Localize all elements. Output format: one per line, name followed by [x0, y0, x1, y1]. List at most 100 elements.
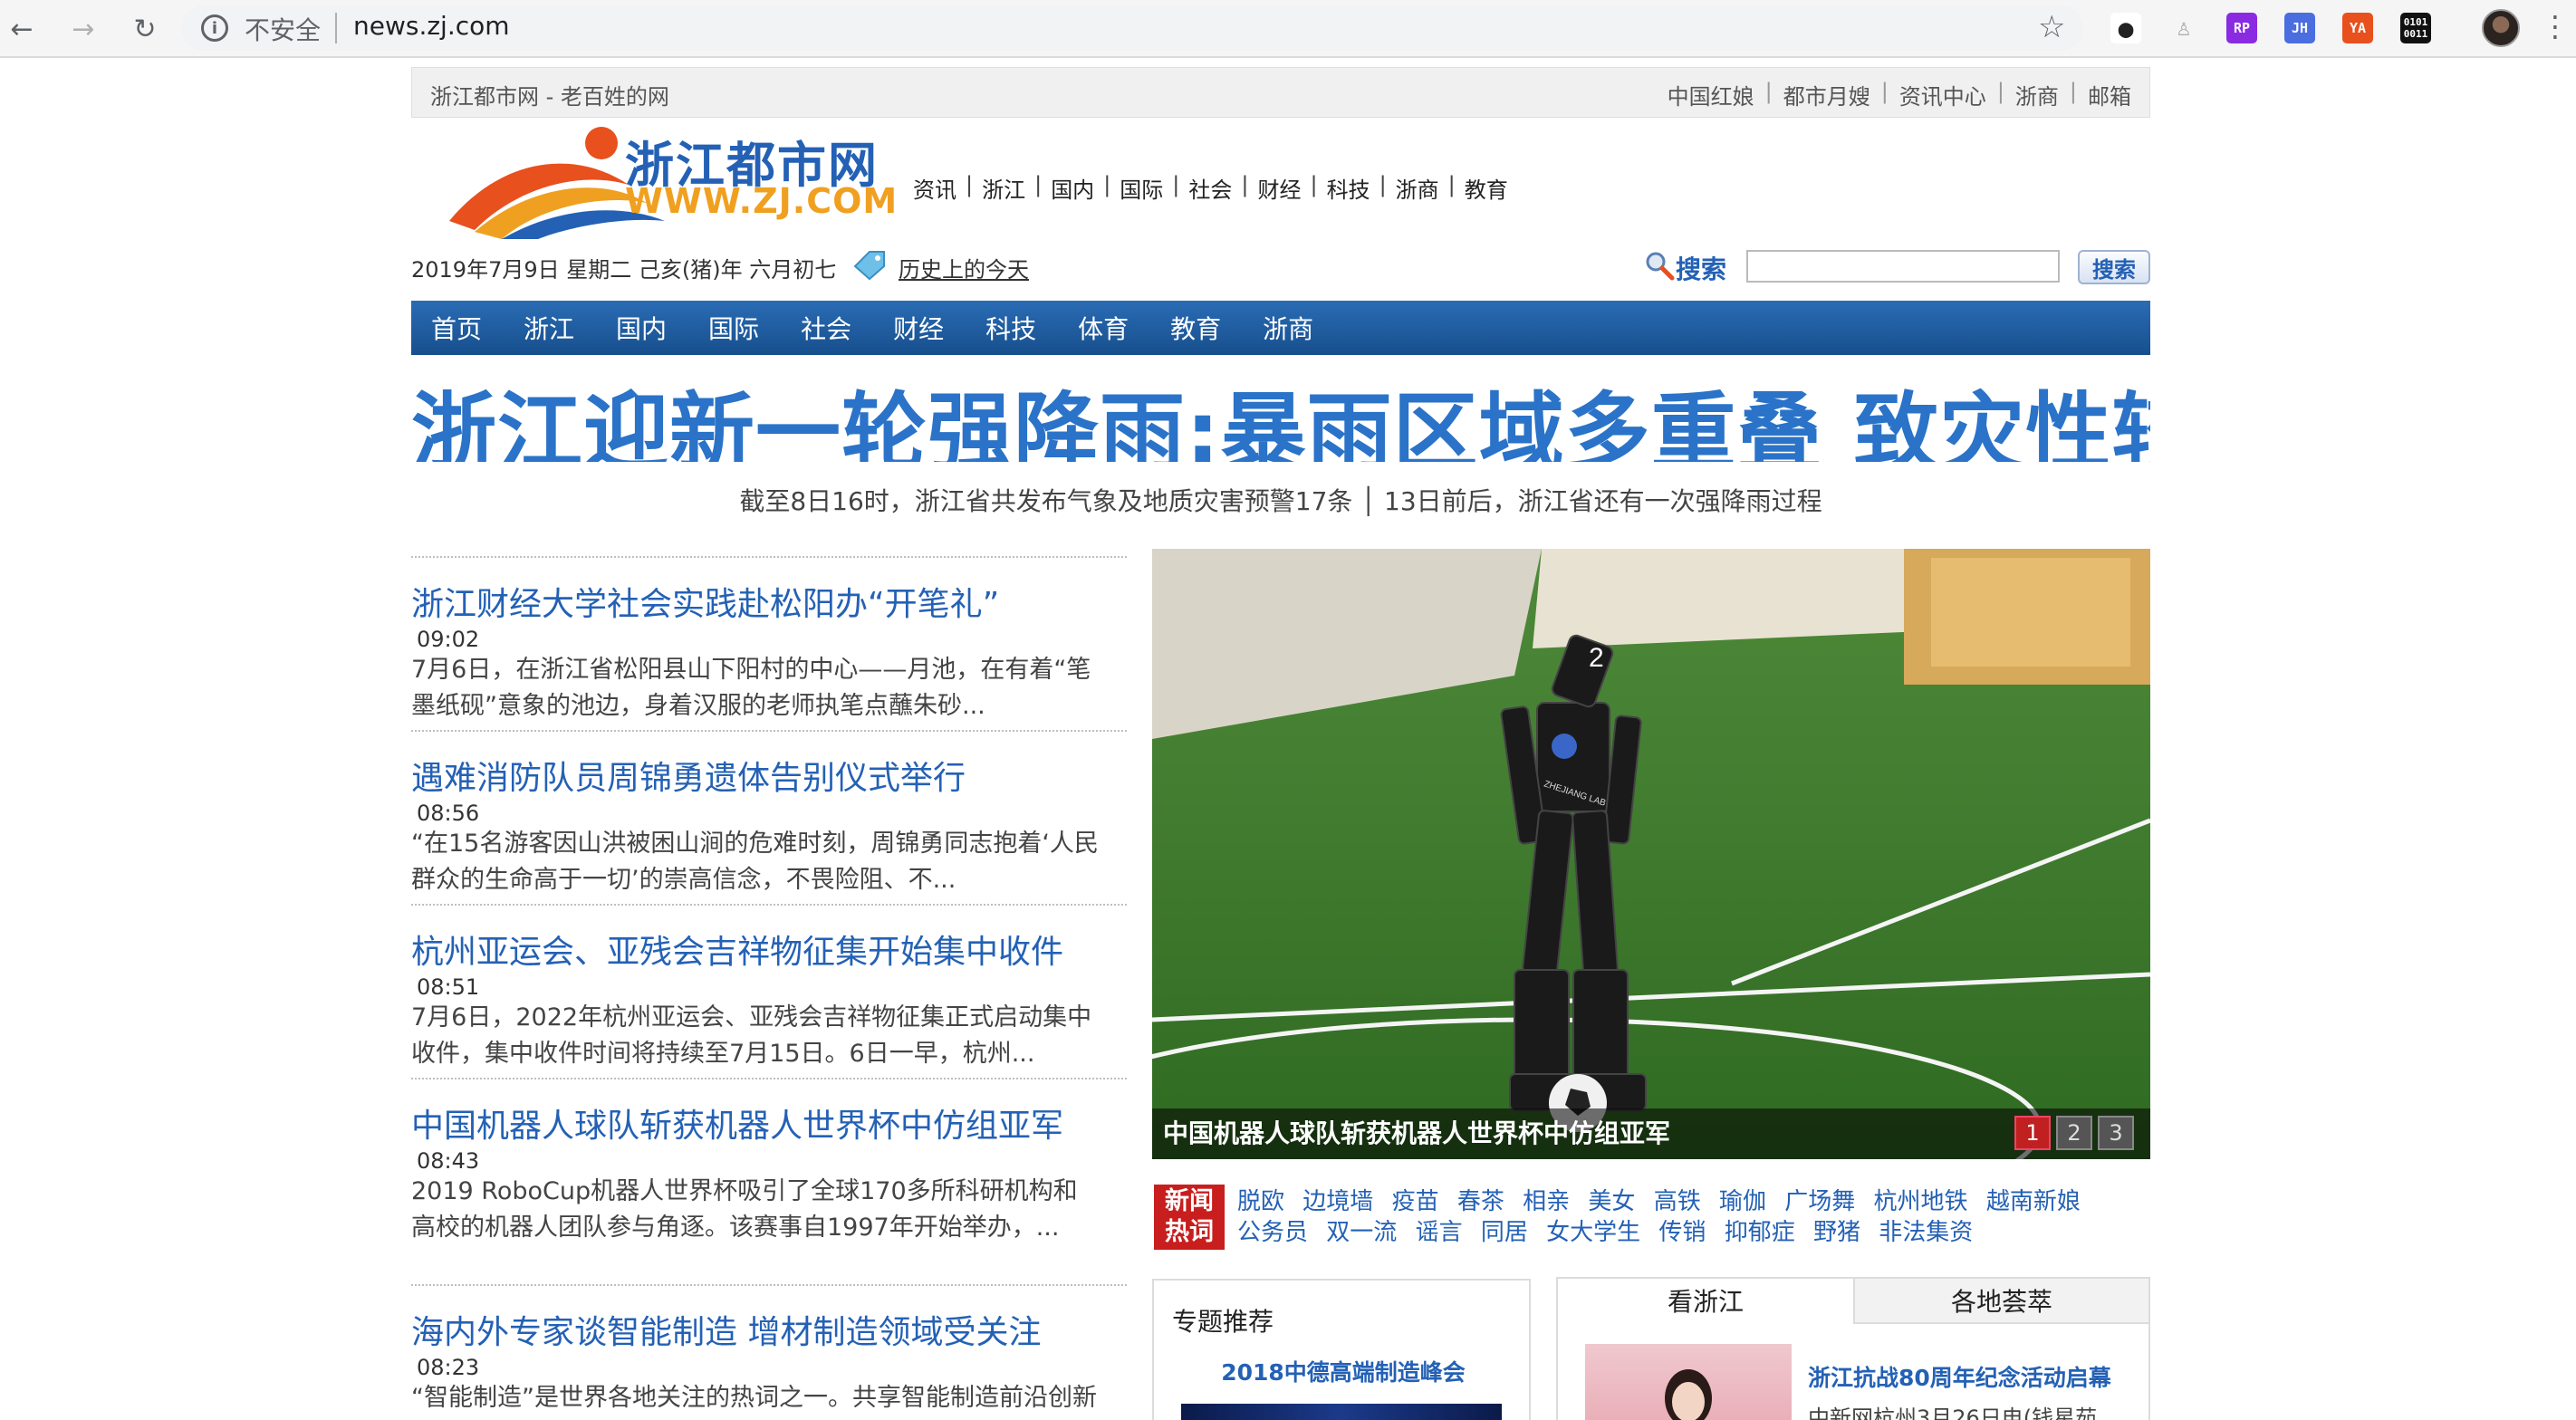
- history-today-link[interactable]: 历史上的今天: [899, 252, 1029, 283]
- tab-news-title[interactable]: 浙江抗战80周年纪念活动启幕: [1808, 1360, 2111, 1393]
- hot-word-link[interactable]: 公务员: [1237, 1219, 1308, 1246]
- robot-number: 2: [1589, 643, 1604, 673]
- info-icon[interactable]: i: [201, 14, 228, 42]
- back-arrow-icon[interactable]: ←: [4, 11, 40, 47]
- hot-word-link[interactable]: 脱欧: [1237, 1188, 1284, 1215]
- news-title[interactable]: 遇难消防队员周锦勇遗体告别仪式举行: [411, 752, 1127, 799]
- hot-word-link[interactable]: 高铁: [1654, 1188, 1701, 1215]
- date-line: 2019年7月9日 星期二 己亥(猪)年 六月初七: [411, 257, 837, 283]
- divider: |: [966, 172, 974, 197]
- nav-item-sports[interactable]: 体育: [1078, 310, 1129, 346]
- utility-link-hongniang[interactable]: 中国红娘: [1668, 79, 1754, 110]
- utility-link-mail[interactable]: 邮箱: [2088, 79, 2131, 110]
- news-title[interactable]: 中国机器人球队斩获机器人世界杯中仿组亚军: [411, 1099, 1127, 1147]
- hot-word-link[interactable]: 越南新娘: [1986, 1188, 2081, 1215]
- hot-word-link[interactable]: 野猪: [1813, 1219, 1860, 1246]
- topic-link[interactable]: 2018中德高端制造峰会: [1154, 1355, 1533, 1387]
- nav-item-home[interactable]: 首页: [431, 310, 482, 346]
- news-summary: 7月6日，在浙江省松阳县山下阳村的中心——月池，在有着“笔墨纸砚”意象的池边，身…: [411, 656, 1091, 720]
- news-title[interactable]: 海内外专家谈智能制造 增材制造领域受关注: [411, 1306, 1127, 1353]
- headline-subtitle[interactable]: 截至8日16时，浙江省共发布气象及地质灾害预警17条 │ 13日前后，浙江省还有…: [411, 482, 2150, 518]
- hot-word-link[interactable]: 边境墙: [1302, 1188, 1373, 1215]
- utility-link-news-center[interactable]: 资讯中心: [1899, 79, 1986, 110]
- search-input[interactable]: [1746, 250, 2060, 283]
- browser-menu-icon[interactable]: ⋮: [2541, 9, 2570, 43]
- nav-item-zheshang[interactable]: 浙商: [1263, 310, 1313, 346]
- slide-pager-3[interactable]: 3: [2098, 1116, 2134, 1150]
- region-tabs-box: 看浙江 各地荟萃 浙江抗战80周年纪念活动启幕 中新网杭州3月26日电(钱星茹: [1556, 1277, 2150, 1420]
- slide-pager-1[interactable]: 1: [2014, 1116, 2051, 1150]
- channel-link[interactable]: 国际: [1120, 172, 1163, 204]
- main-nav: 首页 浙江 国内 国际 社会 财经 科技 体育 教育 浙商: [411, 301, 2150, 355]
- divider: |: [1241, 172, 1249, 197]
- channel-link[interactable]: 社会: [1188, 172, 1232, 204]
- divider: |: [1996, 79, 2004, 104]
- nav-item-international[interactable]: 国际: [708, 310, 759, 346]
- search-button[interactable]: 搜索: [2078, 250, 2150, 284]
- hot-word-link[interactable]: 瑜伽: [1719, 1188, 1766, 1215]
- tab-gedi-huicui[interactable]: 各地荟萃: [1853, 1279, 2148, 1324]
- hot-word-link[interactable]: 疫苗: [1392, 1188, 1439, 1215]
- list-item: 中国机器人球队斩获机器人世界杯中仿组亚军 08:43 2019 RoboCup机…: [411, 1078, 1127, 1284]
- hot-word-link[interactable]: 双一流: [1326, 1219, 1397, 1246]
- url-text[interactable]: news.zj.com: [353, 11, 510, 41]
- hot-word-link[interactable]: 传销: [1658, 1219, 1706, 1246]
- github-extension-icon[interactable]: ●: [2110, 13, 2141, 43]
- users-extension-icon[interactable]: ♙: [2168, 13, 2199, 43]
- channel-link[interactable]: 国内: [1051, 172, 1094, 204]
- hot-word-link[interactable]: 春茶: [1457, 1188, 1504, 1215]
- profile-avatar[interactable]: [2482, 9, 2520, 47]
- nav-item-domestic[interactable]: 国内: [616, 310, 667, 346]
- channel-link[interactable]: 教育: [1465, 172, 1508, 204]
- nav-item-society[interactable]: 社会: [801, 310, 851, 346]
- hot-word-link[interactable]: 谣言: [1416, 1219, 1463, 1246]
- hot-word-link[interactable]: 抑郁症: [1725, 1219, 1795, 1246]
- slide-pager-2[interactable]: 2: [2056, 1116, 2092, 1150]
- nav-item-tech[interactable]: 科技: [985, 310, 1036, 346]
- news-title[interactable]: 杭州亚运会、亚残会吉祥物征集开始集中收件: [411, 926, 1127, 973]
- tab-news-summary: 中新网杭州3月26日电(钱星茹: [1808, 1406, 2098, 1420]
- list-item: 杭州亚运会、亚残会吉祥物征集开始集中收件 08:51 7月6日，2022年杭州亚…: [411, 904, 1127, 1078]
- channel-link[interactable]: 科技: [1327, 172, 1370, 204]
- bookmark-star-icon[interactable]: ☆: [2038, 9, 2065, 45]
- headline[interactable]: 浙江迎新一轮强降雨:暴雨区域多重叠 致灾性较强: [411, 364, 2150, 462]
- robot-soccer-photo[interactable]: 2 ZHEJIANG LAB: [1152, 549, 2150, 1159]
- hot-word-link[interactable]: 相亲: [1523, 1188, 1570, 1215]
- news-thumbnail[interactable]: [1585, 1344, 1792, 1420]
- utility-link-yuesao[interactable]: 都市月嫂: [1783, 79, 1870, 110]
- tab-kan-zhejiang[interactable]: 看浙江: [1558, 1279, 1853, 1324]
- slide-caption[interactable]: 中国机器人球队斩获机器人世界杯中仿组亚军: [1163, 1114, 1670, 1150]
- photo-slideshow[interactable]: 2 ZHEJIANG LAB 中国机器人球队斩获机器人世界杯中仿组亚军 1 2 …: [1152, 549, 2150, 1159]
- divider: |: [1310, 172, 1318, 197]
- nav-item-finance[interactable]: 财经: [893, 310, 944, 346]
- nav-item-zhejiang[interactable]: 浙江: [524, 310, 574, 346]
- reload-icon[interactable]: ↻: [127, 11, 163, 47]
- nav-item-education[interactable]: 教育: [1170, 310, 1221, 346]
- forward-arrow-icon[interactable]: →: [65, 11, 101, 47]
- rp-extension-icon[interactable]: RP: [2226, 13, 2257, 43]
- history-tag-icon: [853, 251, 885, 281]
- ya-extension-icon[interactable]: YA: [2342, 13, 2373, 43]
- hot-word-link[interactable]: 非法集资: [1879, 1219, 1973, 1246]
- channel-link[interactable]: 财经: [1257, 172, 1301, 204]
- news-summary: “在15名游客因山洪被困山涧的危难时刻，周锦勇同志抱着‘人民群众的生命高于一切’…: [411, 830, 1099, 894]
- hot-word-link[interactable]: 美女: [1588, 1188, 1635, 1215]
- hot-badge-line: 新闻: [1165, 1187, 1214, 1215]
- topic-banner-image[interactable]: [1181, 1404, 1502, 1420]
- hot-word-link[interactable]: 同居: [1481, 1219, 1528, 1246]
- channel-link[interactable]: 资讯: [913, 172, 956, 204]
- channel-link[interactable]: 浙商: [1396, 172, 1439, 204]
- divider: |: [1379, 172, 1387, 197]
- jh-extension-icon[interactable]: JH: [2284, 13, 2315, 43]
- hot-word-link[interactable]: 广场舞: [1784, 1188, 1855, 1215]
- news-title[interactable]: 浙江财经大学社会实践赴松阳办“开笔礼”: [411, 578, 1127, 625]
- logo-text-en[interactable]: WWW.ZJ.COM: [625, 181, 898, 221]
- hot-word-link[interactable]: 杭州地铁: [1874, 1188, 1968, 1215]
- news-list: 浙江财经大学社会实践赴松阳办“开笔礼” 09:02 7月6日，在浙江省松阳县山下…: [411, 556, 1127, 1420]
- news-time: 08:23: [417, 1355, 480, 1380]
- channel-link[interactable]: 浙江: [982, 172, 1025, 204]
- binary-extension-icon[interactable]: 0101 0011: [2400, 13, 2431, 43]
- utility-link-zheshang[interactable]: 浙商: [2015, 79, 2059, 110]
- divider: |: [1034, 172, 1043, 197]
- hot-word-link[interactable]: 女大学生: [1546, 1219, 1640, 1246]
